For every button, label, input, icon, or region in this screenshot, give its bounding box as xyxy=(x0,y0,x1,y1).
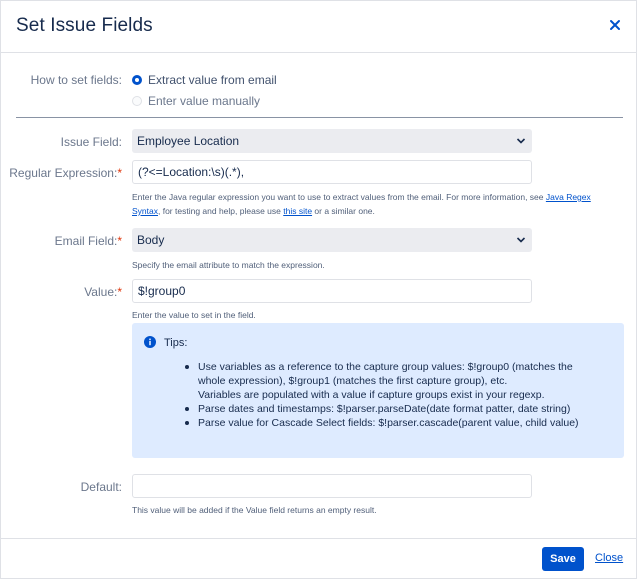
email-field-select[interactable]: Body xyxy=(132,228,532,252)
close-icon[interactable] xyxy=(606,16,624,34)
section-divider xyxy=(16,117,623,118)
radio-extract-label: Extract value from email xyxy=(148,73,277,87)
tips-title: Tips: xyxy=(164,337,188,349)
info-icon xyxy=(144,336,156,348)
email-field-label: Email Field:* xyxy=(54,234,122,248)
footer-divider xyxy=(1,538,636,539)
regex-label: Regular Expression:* xyxy=(9,166,122,180)
close-link[interactable]: Close xyxy=(595,552,623,564)
how-to-set-label: How to set fields: xyxy=(30,73,122,87)
tips-list: Use variables as a reference to the capt… xyxy=(185,360,598,430)
dialog-title: Set Issue Fields xyxy=(16,15,153,36)
dialog-header: Set Issue Fields xyxy=(1,1,636,53)
issue-field-select[interactable]: Employee Location xyxy=(132,129,532,153)
radio-enter-manually[interactable]: Enter value manually xyxy=(132,94,260,108)
issue-field-value: Employee Location xyxy=(137,134,240,148)
tip-item: Parse value for Cascade Select fields: $… xyxy=(185,416,598,430)
this-site-link[interactable]: this site xyxy=(283,206,312,216)
chevron-down-icon xyxy=(516,138,526,144)
chevron-down-icon xyxy=(516,237,526,243)
value-label: Value:* xyxy=(84,285,122,299)
regex-input[interactable]: (?<=Location:\s)(.*), xyxy=(132,160,532,184)
issue-field-label: Issue Field: xyxy=(60,135,122,149)
tip-item: Parse dates and timestamps: $!parser.par… xyxy=(185,402,598,416)
regex-help-text: Enter the Java regular expression you wa… xyxy=(132,192,591,216)
radio-extract-from-email[interactable]: Extract value from email xyxy=(132,73,277,87)
radio-manual-label: Enter value manually xyxy=(148,94,261,108)
value-help: Enter the value to set in the field. xyxy=(132,310,256,320)
regex-value: (?<=Location:\s)(.*), xyxy=(138,165,245,179)
set-issue-fields-dialog: Set Issue Fields How to set fields: Extr… xyxy=(0,0,637,579)
tips-panel: Tips: Use variables as a reference to th… xyxy=(132,323,624,458)
default-input[interactable] xyxy=(132,474,532,498)
email-field-value: Body xyxy=(137,233,165,247)
email-field-help: Specify the email attribute to match the… xyxy=(132,260,325,270)
radio-selected-icon[interactable] xyxy=(132,75,142,85)
default-label: Default: xyxy=(80,480,122,494)
value-input[interactable]: $!group0 xyxy=(132,279,532,303)
save-button[interactable]: Save xyxy=(542,547,584,571)
radio-unselected-icon[interactable] xyxy=(132,96,142,106)
value-input-value: $!group0 xyxy=(138,284,186,298)
default-help: This value will be added if the Value fi… xyxy=(132,505,377,515)
tip-item: Use variables as a reference to the capt… xyxy=(185,360,598,402)
